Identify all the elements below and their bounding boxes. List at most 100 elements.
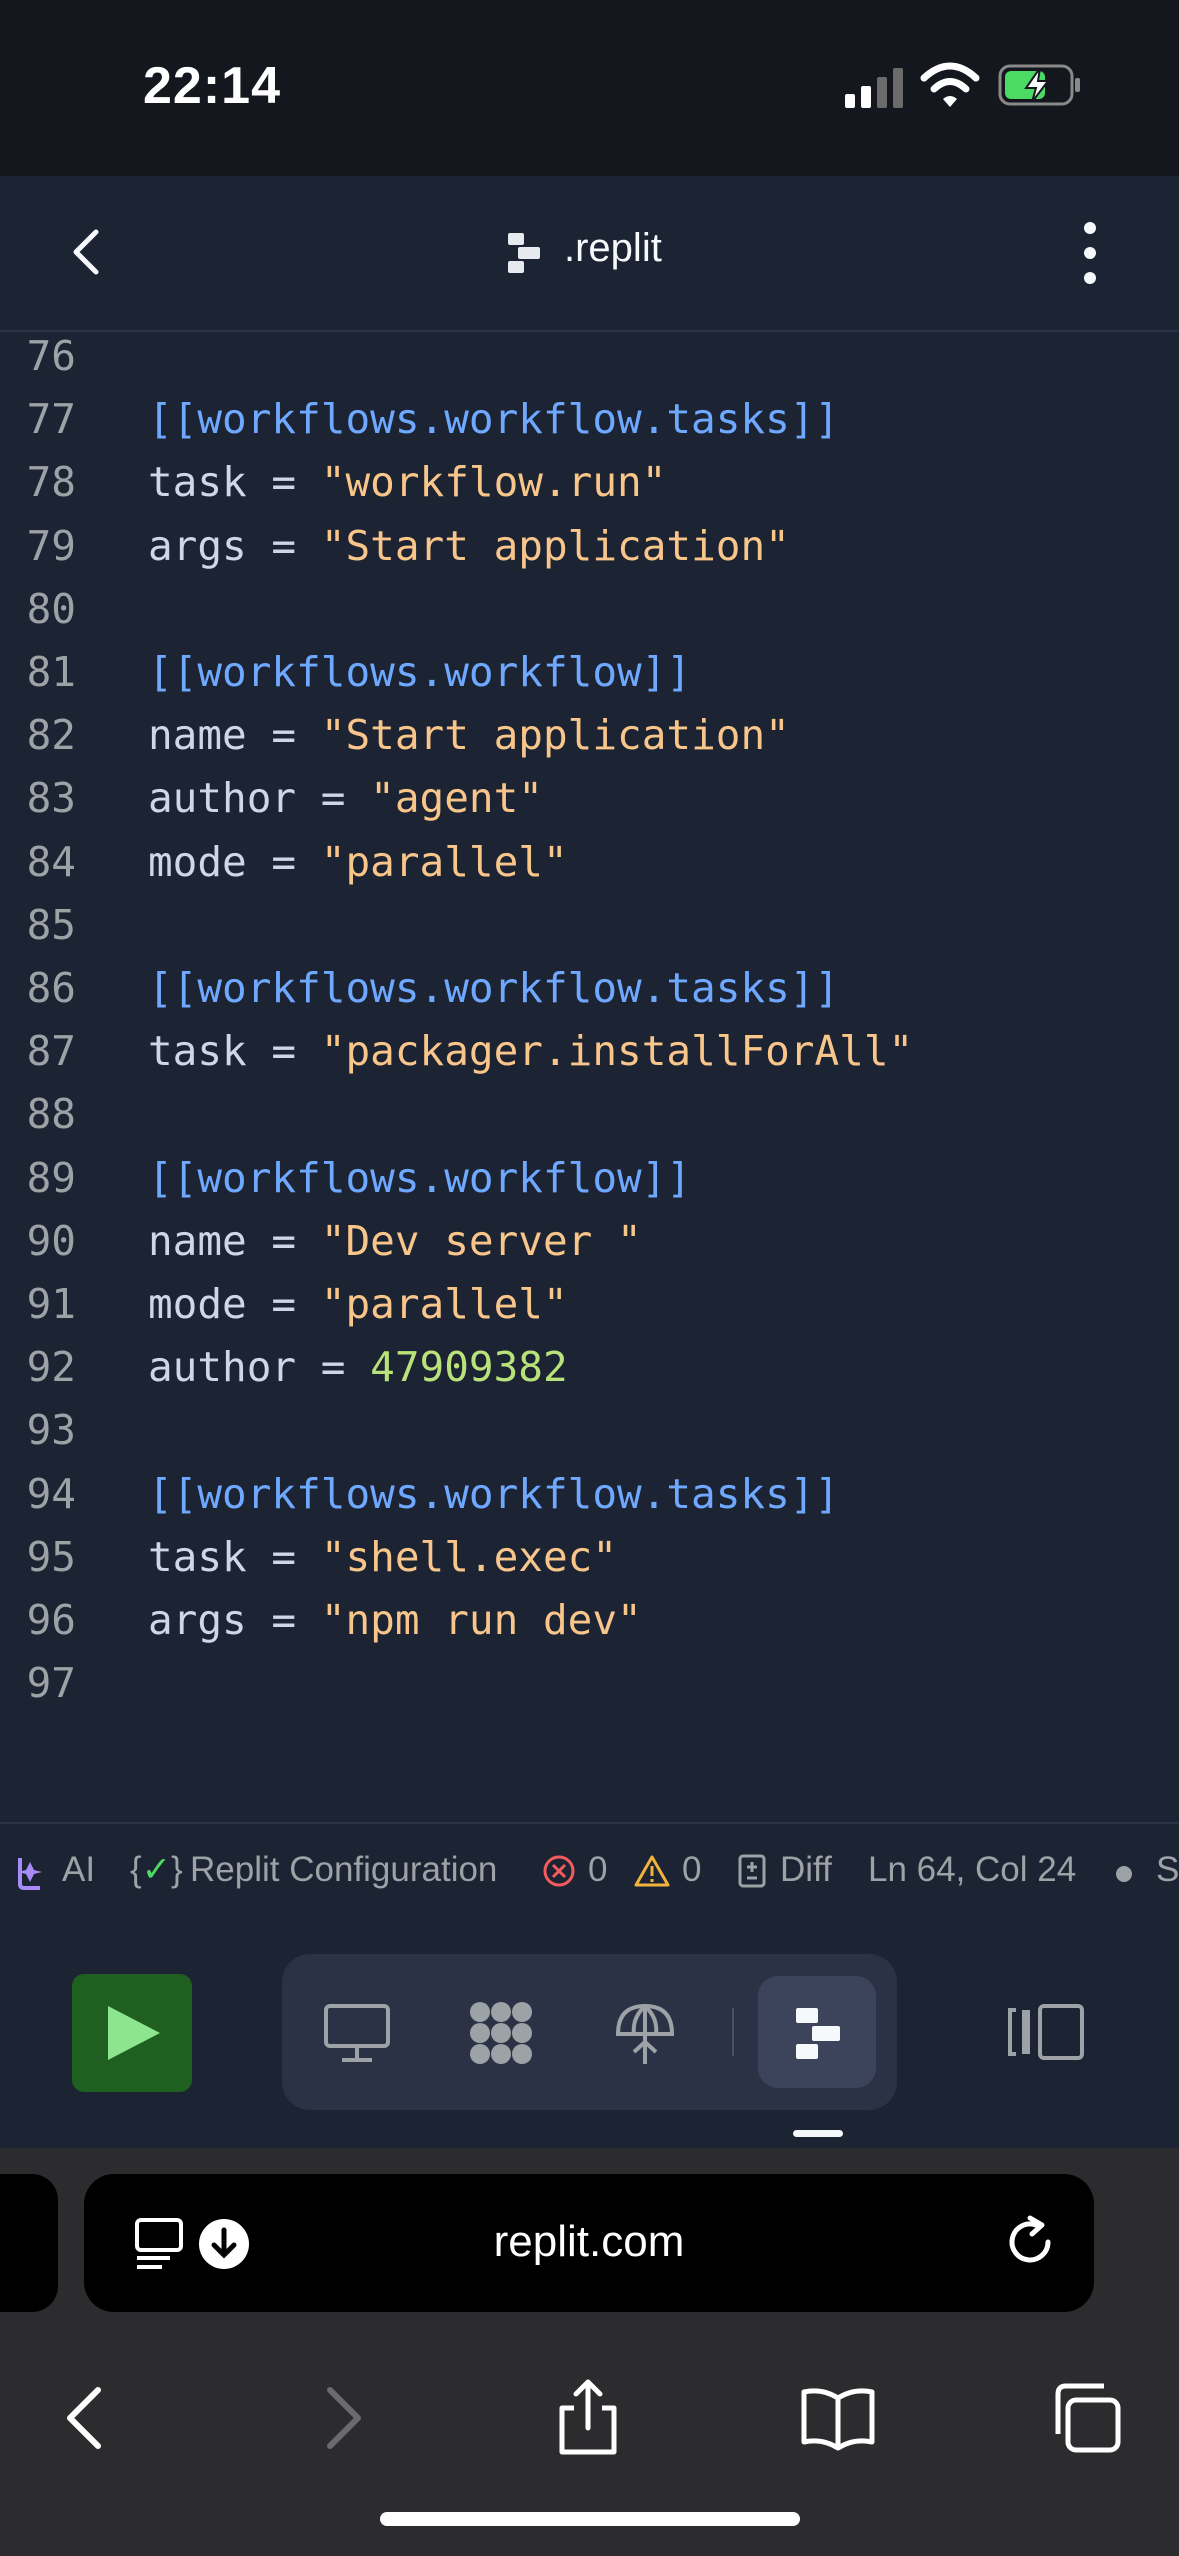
code-token: "agent" [370, 774, 543, 823]
status-trailing-text: S [1156, 1850, 1179, 1889]
tabs-icon[interactable] [1046, 2378, 1126, 2458]
code-line[interactable]: 80 [0, 585, 1179, 648]
back-chevron-icon[interactable] [60, 224, 116, 280]
tab-packages[interactable] [442, 1976, 560, 2088]
code-line[interactable]: 89 [[workflows.workflow]] [0, 1154, 1179, 1217]
status-bar: 22:14 [0, 0, 1179, 176]
editor-header: .replit [0, 176, 1179, 332]
code-editor[interactable]: 76 77 [[workflows.workflow.tasks]] 78 task =… [0, 332, 1179, 1822]
code-line[interactable]: 88 [0, 1090, 1179, 1153]
ai-button[interactable]: AI [62, 1850, 95, 1890]
file-title: .replit [564, 226, 662, 270]
line-code: mode = "parallel" [148, 1280, 568, 1328]
code-line[interactable]: 95 task = "shell.exec" [0, 1533, 1179, 1596]
home-indicator [380, 2512, 800, 2526]
code-token: "Dev server " [320, 1216, 642, 1265]
code-token: name [148, 1216, 247, 1265]
code-line[interactable]: 82 name = "Start application" [0, 711, 1179, 774]
code-token: "workflow.run" [320, 458, 667, 507]
code-line[interactable]: 79 args = "Start application" [0, 522, 1179, 585]
code-line[interactable]: 78 task = "workflow.run" [0, 458, 1179, 521]
browser-chrome: replit.com [0, 2148, 1179, 2556]
previous-tab-preview[interactable] [0, 2174, 58, 2312]
code-line[interactable]: 90 name = "Dev server " [0, 1217, 1179, 1280]
line-number: 90 [26, 1216, 76, 1265]
code-token: = [246, 1596, 321, 1644]
line-code: author = "agent" [148, 774, 543, 822]
line-number: 91 [26, 1280, 76, 1328]
share-icon[interactable] [548, 2378, 628, 2458]
status-time: 22:14 [143, 57, 281, 115]
wifi-icon [920, 62, 980, 107]
code-token: = [246, 1280, 321, 1328]
line-number: 97 [26, 1659, 76, 1708]
line-code: [[workflows.workflow]] [148, 1154, 691, 1202]
code-line[interactable]: 84 mode = "parallel" [0, 838, 1179, 901]
line-number: 77 [26, 395, 76, 444]
code-token: author [148, 1343, 297, 1392]
code-line[interactable]: 92 author = 47909382 [0, 1343, 1179, 1406]
line-number: 87 [26, 1027, 76, 1076]
reload-icon[interactable] [1002, 2214, 1058, 2270]
line-code: task = "workflow.run" [148, 458, 666, 506]
code-token: "Start application" [320, 521, 790, 570]
code-token: args [148, 521, 247, 570]
code-line[interactable]: 86 [[workflows.workflow.tasks]] [0, 964, 1179, 1027]
tab-preview[interactable] [298, 1976, 416, 2088]
line-number: 83 [26, 774, 76, 823]
code-line[interactable]: 96 args = "npm run dev" [0, 1596, 1179, 1659]
diff-button[interactable]: Diff [780, 1850, 832, 1890]
more-options-icon[interactable] [1070, 220, 1110, 286]
language-mode[interactable]: Replit Configuration [190, 1850, 497, 1890]
code-token: "npm run dev" [320, 1596, 642, 1644]
code-token: task [148, 1027, 247, 1076]
code-line[interactable]: 87 task = "packager.installForAll" [0, 1027, 1179, 1090]
address-bar[interactable]: replit.com [84, 2174, 1094, 2312]
browser-forward-icon[interactable] [302, 2378, 382, 2458]
nodes-icon [470, 2002, 532, 2064]
code-line[interactable]: 83 author = "agent" [0, 774, 1179, 837]
line-number: 80 [26, 584, 76, 633]
run-button[interactable] [72, 1974, 192, 2092]
code-line[interactable]: 93 [0, 1406, 1179, 1469]
code-token: = [246, 711, 321, 760]
browser-back-icon[interactable] [46, 2378, 126, 2458]
code-line[interactable]: 76 [0, 332, 1179, 395]
line-code: [[workflows.workflow.tasks]] [148, 964, 839, 1012]
code-line[interactable]: 85 [0, 901, 1179, 964]
code-line[interactable]: 77 [[workflows.workflow.tasks]] [0, 395, 1179, 458]
sheet-drag-handle[interactable] [793, 2130, 843, 2137]
code-token: task [148, 458, 247, 507]
line-number: 79 [26, 521, 76, 570]
editor-status-bar: AI {✓} Replit Configuration 0 0 Diff Ln … [0, 1822, 1179, 1920]
deploy-icon [615, 2003, 675, 2064]
line-number: 95 [26, 1532, 76, 1581]
error-icon [543, 1855, 575, 1887]
code-token: = [246, 521, 321, 570]
tab-deploy[interactable] [586, 1976, 704, 2088]
code-token: [[workflows.workflow.tasks]] [148, 1469, 840, 1518]
url-text[interactable]: replit.com [84, 2217, 1094, 2267]
code-line[interactable]: 81 [[workflows.workflow]] [0, 648, 1179, 711]
code-line[interactable]: 94 [[workflows.workflow.tasks]] [0, 1470, 1179, 1533]
cursor-position[interactable]: Ln 64, Col 24 [868, 1850, 1076, 1890]
code-token: [[workflows.workflow.tasks]] [148, 395, 840, 444]
line-number: 86 [26, 964, 76, 1012]
code-token: mode [148, 837, 247, 886]
cellular-signal-icon [845, 68, 903, 108]
line-number: 84 [26, 837, 76, 886]
tab-files[interactable] [758, 1976, 876, 2088]
split-panel-icon[interactable] [1006, 2002, 1086, 2062]
code-token: author [148, 774, 297, 823]
error-count[interactable]: 0 [588, 1850, 607, 1890]
code-line[interactable]: 97 [0, 1659, 1179, 1722]
code-token: = [246, 1216, 321, 1265]
tool-tabs [282, 1954, 897, 2110]
line-number: 92 [26, 1343, 76, 1392]
line-code: args = "Start application" [148, 522, 790, 570]
bookmarks-icon[interactable] [798, 2378, 878, 2458]
line-code: name = "Dev server " [148, 1217, 642, 1265]
warning-count[interactable]: 0 [682, 1850, 701, 1890]
code-line[interactable]: 91 mode = "parallel" [0, 1280, 1179, 1343]
line-number: 78 [26, 458, 76, 507]
